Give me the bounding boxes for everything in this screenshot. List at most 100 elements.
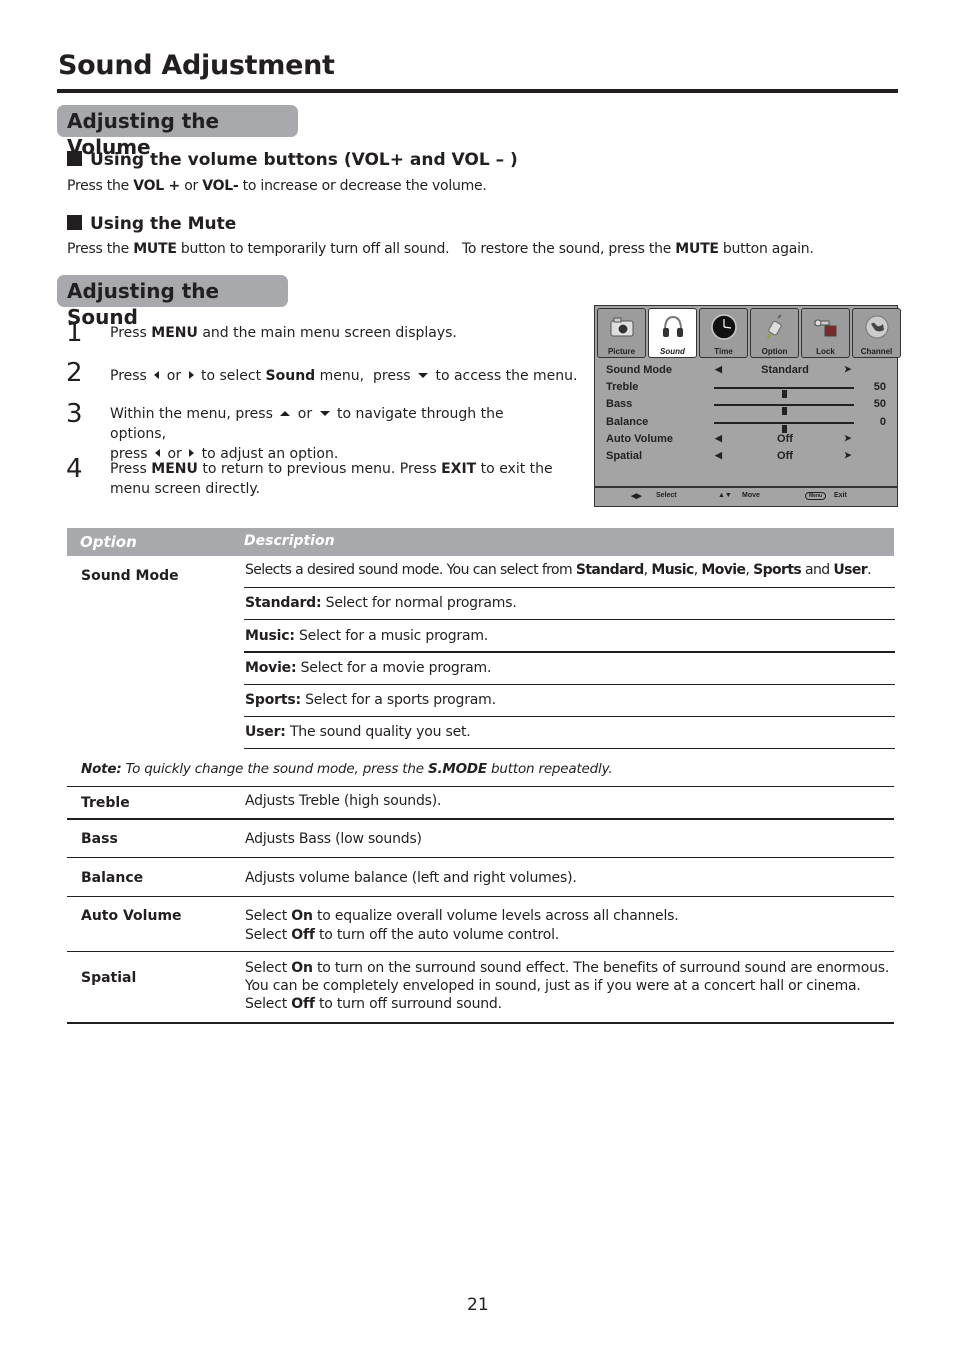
divider (67, 1022, 894, 1024)
menu-row-auto-volume[interactable]: Auto Volume ◀ Off ➤ (606, 433, 886, 449)
tab-picture[interactable]: Picture (597, 308, 646, 358)
camera-icon (610, 317, 634, 337)
menu-row-bass[interactable]: Bass 50 (606, 398, 886, 415)
text: menu, press (315, 368, 415, 384)
headphones-icon (663, 315, 683, 337)
mode-name: Sports: (245, 692, 301, 708)
square-bullet-icon (67, 215, 82, 230)
slider-knob[interactable] (781, 390, 787, 398)
left-arrow-icon[interactable]: ◀ (715, 450, 722, 461)
slider-track[interactable] (714, 387, 854, 398)
mode-name: Standard: (245, 595, 322, 611)
divider (244, 684, 895, 685)
row-label: Sound Mode (606, 364, 672, 376)
text: Select (245, 960, 292, 976)
mode-name: Music (651, 562, 694, 578)
row-label: Balance (606, 416, 649, 428)
left-arrow-icon[interactable]: ◀ (715, 433, 722, 444)
mode-desc: Select for normal programs. (321, 595, 517, 611)
text: to return to previous menu. Press (197, 461, 442, 477)
mute-instructions: Press the MUTE button to temporarily tur… (67, 241, 814, 257)
mode-movie: Movie: Select for a movie program. (245, 660, 491, 676)
tab-label: Sound (660, 347, 685, 356)
tv-sound-menu: Picture Sound Time Option Lock Channel S… (594, 305, 901, 507)
page-number: 21 (467, 1295, 489, 1315)
tab-sound[interactable]: Sound (648, 308, 697, 358)
key-vol-plus: VOL + (133, 178, 180, 194)
divider (244, 716, 895, 717)
tab-label: Option (761, 347, 788, 356)
tab-channel[interactable]: Channel (852, 308, 901, 358)
hint-exit: Exit (834, 492, 847, 499)
tab-label: Lock (816, 347, 835, 356)
subheading-volume-buttons: Using the volume buttons (VOL+ and VOL –… (67, 150, 518, 170)
note-label: Note: (81, 761, 122, 777)
menu-row-treble[interactable]: Treble 50 (606, 381, 886, 398)
tab-label: Time (714, 347, 733, 356)
key-exit: EXIT (441, 461, 477, 477)
slider-track[interactable] (714, 422, 854, 433)
subheading-text: Using the volume buttons (VOL+ and VOL –… (90, 150, 518, 170)
text: button repeatedly. (486, 761, 613, 777)
right-arrow-icon[interactable]: ➤ (844, 450, 852, 461)
tab-lock[interactable]: Lock (801, 308, 850, 358)
right-arrow-icon (189, 449, 195, 457)
globe-icon (865, 315, 889, 339)
slider-knob[interactable] (781, 407, 787, 415)
row-label: Bass (606, 398, 633, 410)
mode-desc: Select for a sports program. (300, 692, 496, 708)
text: You can be completely enveloped in sound… (245, 978, 861, 994)
row-label: Spatial (606, 450, 643, 462)
mode-name: Movie: (245, 660, 297, 676)
mode-name: Standard (575, 562, 644, 578)
text: Press (110, 461, 152, 477)
up-arrow-icon (280, 411, 291, 416)
left-arrow-icon (155, 449, 160, 457)
row-label: Auto Volume (606, 433, 674, 445)
left-arrow-icon (154, 371, 160, 379)
mode-desc: Select for a music program. (294, 628, 489, 644)
table-header: Option Description (67, 528, 894, 556)
left-arrow-icon[interactable]: ◀ (715, 364, 722, 375)
step-number: 3 (66, 399, 83, 429)
text: Within the menu, press (110, 406, 278, 422)
key-menu: MENU (151, 325, 198, 341)
right-arrow-icon[interactable]: ➤ (844, 433, 852, 444)
right-arrow-icon[interactable]: ➤ (844, 364, 852, 375)
tab-time[interactable]: Time (699, 308, 748, 358)
mode-name: User: (245, 724, 286, 740)
text: Press (110, 368, 152, 384)
tab-option[interactable]: Option (750, 308, 799, 358)
menu-row-balance[interactable]: Balance 0 (606, 416, 886, 433)
menu-button-icon: Menu (805, 492, 827, 500)
slider-knob[interactable] (781, 425, 787, 433)
text: , (745, 562, 754, 578)
tab-label: Picture (607, 347, 636, 356)
text: Selects a desired sound mode. You can se… (245, 562, 576, 578)
hint-select: Select (656, 492, 677, 499)
text: to turn off the auto volume control. (314, 927, 560, 943)
menu-row-spatial[interactable]: Spatial ◀ Off ➤ (606, 450, 886, 466)
value-off: Off (291, 996, 315, 1012)
text: Select (245, 996, 292, 1012)
text: Press the (67, 241, 134, 257)
mode-name: Music: (245, 628, 295, 644)
treble-desc: Adjusts Treble (high sounds). (245, 793, 442, 809)
text: Select (245, 927, 292, 943)
step-2-text: Press or to select Sound menu, press to … (110, 366, 577, 386)
row-value: 0 (879, 416, 886, 428)
row-value: Standard (761, 364, 809, 376)
text: to equalize overall volume levels across… (312, 908, 679, 924)
text: and the main menu screen displays. (197, 325, 457, 341)
key-lock-icon (814, 319, 837, 337)
divider (67, 818, 894, 820)
text: button to temporarily turn off all sound… (176, 241, 676, 257)
mode-music: Music: Select for a music program. (245, 628, 488, 644)
menu-row-sound-mode[interactable]: Sound Mode ◀ Standard ➤ (606, 364, 886, 380)
text: Press the (67, 178, 134, 194)
option-auto-volume: Auto Volume (81, 908, 182, 924)
sound-mode-intro: Selects a desired sound mode. You can se… (245, 562, 872, 578)
value-on: On (291, 960, 313, 976)
up-down-buttons-icon: ▲▼ (718, 492, 732, 499)
slider-track[interactable] (714, 404, 854, 415)
